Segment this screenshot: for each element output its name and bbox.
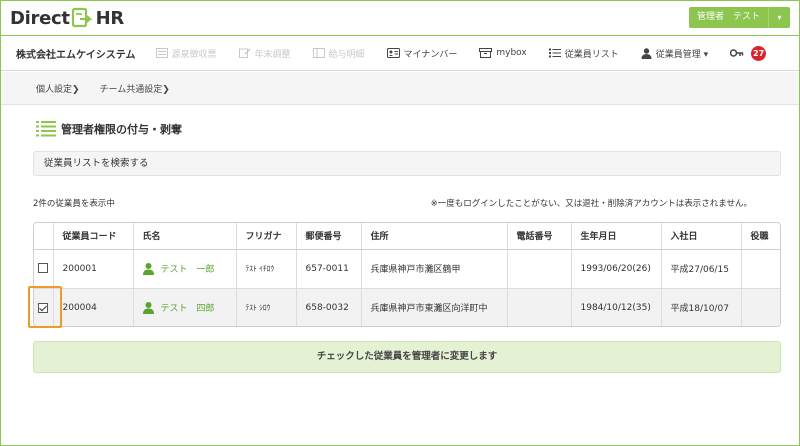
payslip-icon [312,48,325,58]
cell-name[interactable]: テスト 四郎 [133,288,237,326]
cell-code: 200001 [53,249,134,289]
cell-code: 200004 [53,288,134,326]
col-header-joined[interactable]: 入社日 [661,223,742,250]
cell-phone [507,249,572,289]
cell-zip: 657-0011 [296,249,362,289]
nav-employee-management-label: 従業員管理 ▾ [655,49,709,60]
admin-user-menu[interactable]: 管理者 テスト ▾ [688,7,790,28]
table-row: 200001 テスト 一郎 ﾃｽﾄ ｲﾁﾛｳ 657-0011 兵庫県神戸市灘区… [34,249,780,289]
cell-zip: 658-0032 [296,288,362,326]
document-icon [155,48,168,58]
col-header-phone[interactable]: 電話番号 [507,223,572,250]
notification-badge[interactable]: 27 [751,45,767,61]
col-header-select [34,223,54,250]
admin-user-label[interactable]: 管理者 テスト [689,7,768,28]
cell-phone [507,288,572,326]
cell-kana: ﾃｽﾄ ｲﾁﾛｳ [236,249,297,289]
id-card-icon [386,48,400,58]
cell-position [741,249,780,289]
sub-nav: 個人設定❯ チーム共通設定❯ [0,72,800,105]
row-checkbox[interactable] [38,263,49,274]
nav-year-end-adjustment[interactable]: 年末調整 [238,47,291,60]
cell-name[interactable]: テスト 一郎 [133,249,237,289]
cell-address: 兵庫県神戸市灘区鶴甲 [361,249,508,289]
nav-withholding-slip-label: 源泉徴収票 [171,49,217,60]
nav-payslip-label: 給与明細 [328,49,365,60]
cell-joined: 平成27/06/15 [661,249,742,289]
subnav-team-settings[interactable]: チーム共通設定❯ [100,82,170,95]
company-name[interactable]: 株式会社エムケイシステム [16,46,136,61]
nav-mybox[interactable]: mybox [479,48,527,58]
employee-name-link[interactable]: テスト 一郎 [161,262,215,275]
col-header-address[interactable]: 住所 [361,223,508,250]
col-header-position[interactable]: 役職 [741,223,780,250]
person-icon [142,262,154,275]
row-checkbox-checked[interactable] [38,302,49,313]
page-title: 管理者権限の付与・剥奪 [36,121,182,137]
logo-mark-icon [71,7,93,28]
edit-icon [238,48,251,58]
cell-birth: 1984/10/12(35) [571,288,662,326]
person-icon [142,301,154,314]
box-icon [479,48,493,58]
employee-table: 従業員コード 氏名 フリガナ 郵便番号 住所 電話番号 生年月日 入社日 役職 … [33,222,781,327]
logo-text-direct: Direct [10,7,70,29]
make-admin-button[interactable]: チェックした従業員を管理者に変更します [33,341,781,373]
row-select-cell[interactable] [34,288,54,326]
nav-year-end-label: 年末調整 [254,49,291,60]
nav-notifications[interactable]: 27 [730,45,767,61]
employee-search-toggle[interactable]: 従業員リストを検索する [33,151,781,176]
row-select-cell[interactable] [34,249,54,289]
nav-employee-management[interactable]: 従業員管理 ▾ [641,47,708,60]
col-header-zip[interactable]: 郵便番号 [296,223,362,250]
col-header-kana[interactable]: フリガナ [236,223,297,250]
cell-kana: ﾃｽﾄ ｼﾛｳ [236,288,297,326]
user-icon [641,47,652,59]
list-icon [36,121,56,137]
col-header-birth[interactable]: 生年月日 [571,223,662,250]
nav-payslip[interactable]: 給与明細 [312,47,365,60]
col-header-code[interactable]: 従業員コード [53,223,134,250]
cell-address: 兵庫県神戸市東灘区向洋町中 [361,288,508,326]
hidden-accounts-note: ※一度もログインしたことがない、又は退社・削除済アカウントは表示されません。 [430,199,752,209]
cell-joined: 平成18/10/07 [661,288,742,326]
nav-my-number[interactable]: マイナンバー [386,47,458,60]
nav-employee-list[interactable]: 従業員リスト [548,47,619,60]
key-icon [730,49,744,57]
main-nav: 株式会社エムケイシステム 源泉徴収票 年末調整 給与明細 マイナンバー mybo… [0,36,800,71]
result-count: 2件の従業員を表示中 [33,199,115,209]
list-icon [548,48,561,58]
top-bar: Direct HR 管理者 テスト ▾ [0,0,800,36]
logo-text-hr: HR [95,7,125,29]
table-row: 200004 テスト 四郎 ﾃｽﾄ ｼﾛｳ 658-0032 兵庫県神戸市東灘区… [34,288,780,326]
cell-position [741,288,780,326]
chevron-down-icon[interactable]: ▾ [768,7,790,28]
table-header-row: 従業員コード 氏名 フリガナ 郵便番号 住所 電話番号 生年月日 入社日 役職 [34,223,780,250]
cell-birth: 1993/06/20(26) [571,249,662,289]
employee-name-link[interactable]: テスト 四郎 [161,301,215,314]
app-logo[interactable]: Direct HR [10,7,124,29]
subnav-personal-settings[interactable]: 個人設定❯ [36,82,80,95]
page-title-text: 管理者権限の付与・剥奪 [61,123,182,136]
nav-employee-list-label: 従業員リスト [564,49,619,60]
col-header-name[interactable]: 氏名 [133,223,237,250]
nav-withholding-slip[interactable]: 源泉徴収票 [155,47,217,60]
nav-mybox-label: mybox [496,48,527,58]
nav-my-number-label: マイナンバー [403,49,458,60]
